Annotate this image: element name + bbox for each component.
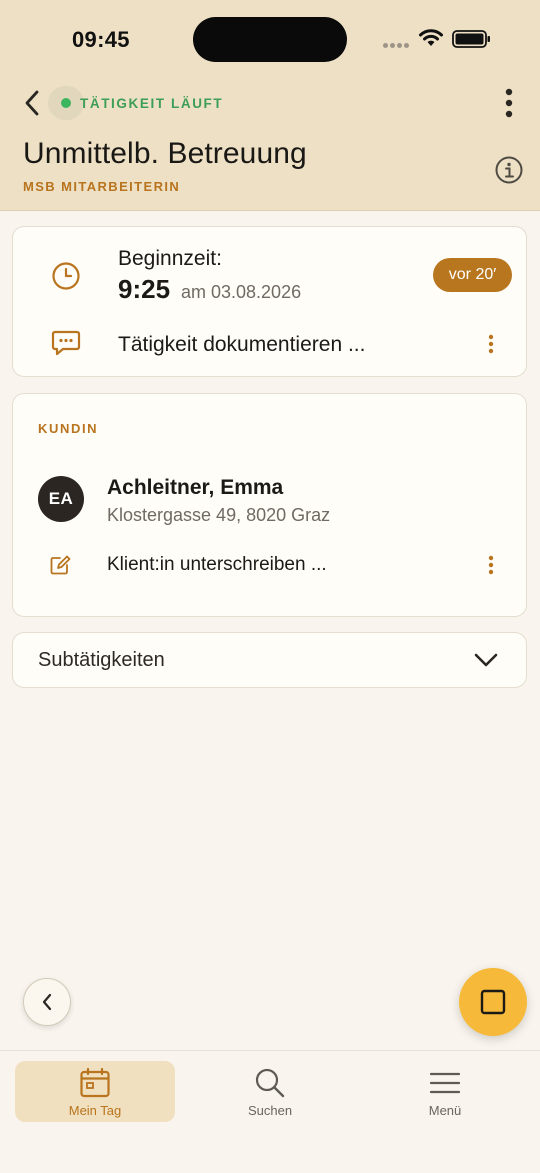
status-bar-time: 09:45 [72,27,130,52]
tab-menu[interactable]: Menü [365,1061,525,1122]
back-button[interactable] [19,88,45,118]
client-card: KUNDIN EA Achleitner, Emma Klostergasse … [12,393,527,617]
info-icon [495,156,523,184]
document-activity-row[interactable]: Tätigkeit dokumentieren ... [13,323,526,367]
edit-signature-icon [50,555,71,575]
tab-label: Menü [428,1103,462,1118]
tab-label: Suchen [247,1103,293,1118]
sign-client-label: Klient:in unterschreiben ... [107,554,327,575]
client-section-label: KUNDIN [38,421,99,436]
page-subtitle: MSB MITARBEITERIN [23,179,181,194]
stop-activity-button[interactable] [459,968,527,1036]
cellular-signal-icon [383,43,409,48]
status-dot [61,98,71,108]
page-title: Unmittelb. Betreuung [23,137,307,170]
search-icon [255,1068,285,1098]
time-card: Beginnzeit: 9:25 am 03.08.2026 vor 20′ T… [12,226,527,377]
begin-time-label: Beginnzeit: [118,247,222,270]
menu-icon [429,1072,461,1094]
kebab-menu-icon [505,88,513,118]
kebab-menu-icon [488,334,494,354]
chevron-left-icon [25,90,39,116]
info-button[interactable] [494,155,524,185]
sign-client-row[interactable]: Klient:in unterschreiben ... [13,544,526,586]
tab-label: Mein Tag [68,1103,122,1118]
kebab-menu-icon [488,555,494,575]
clock-icon [52,262,80,290]
dynamic-island [193,17,347,62]
activity-status-label: TÄTIGKEIT LÄUFT [80,96,224,111]
tab-suchen[interactable]: Suchen [190,1061,350,1122]
stop-square-icon [480,989,506,1015]
header: 09:45 TÄTIGKEIT LÄUFT Unmittelb. Betreuu… [0,0,540,211]
subtasks-expander[interactable]: Subtätigkeiten [12,632,527,688]
begin-date: am 03.08.2026 [181,282,302,302]
elapsed-time-badge: vor 20′ [433,258,512,292]
client-address: Klostergasse 49, 8020 Graz [107,505,331,525]
client-name: Achleitner, Emma [107,476,284,499]
sign-row-more-button[interactable] [481,552,501,578]
chevron-left-icon [42,993,52,1011]
client-row[interactable]: EA Achleitner, Emma Klostergasse 49, 802… [13,466,526,532]
previous-button[interactable] [23,978,71,1026]
more-options-button[interactable] [496,86,522,120]
battery-icon [452,30,490,48]
tab-mein-tag[interactable]: Mein Tag [15,1061,175,1122]
chat-bubble-icon [51,330,81,356]
tab-bar: Mein Tag Suchen Menü [0,1050,540,1173]
chevron-down-icon [474,653,498,667]
begin-time-value: 9:25 [118,274,171,304]
subtasks-label: Subtätigkeiten [38,649,165,671]
document-activity-label: Tätigkeit dokumentieren ... [118,333,366,356]
wifi-icon [419,29,443,46]
document-row-more-button[interactable] [481,331,501,357]
avatar: EA [38,476,84,522]
calendar-icon [80,1067,110,1098]
